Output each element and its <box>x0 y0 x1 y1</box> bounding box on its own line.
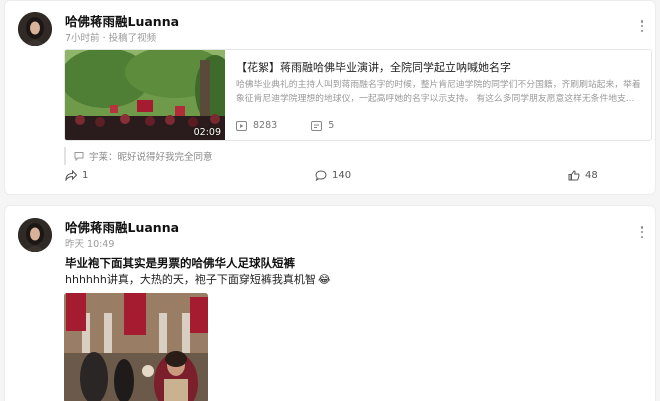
video-stats: 8283 5 <box>236 120 368 131</box>
play-count: 8283 <box>236 120 277 131</box>
post-card: 哈佛蒋雨融Luanna 7小时前 · 投稿了视频 02:09 【花絮】蒋雨融哈佛… <box>4 0 656 195</box>
post-image[interactable] <box>64 293 208 401</box>
repost-count: 1 <box>82 170 89 181</box>
username[interactable]: 哈佛蒋雨融Luanna <box>65 217 179 236</box>
post-meta: 7小时前 · 投稿了视频 <box>65 33 157 44</box>
danmaku-count: 5 <box>311 120 334 131</box>
video-title[interactable]: 【花絮】蒋雨融哈佛毕业演讲，全院同学起立呐喊她名字 <box>236 59 644 75</box>
post-actions: 1 140 48 <box>5 170 655 190</box>
video-description: 哈佛毕业典礼的主持人叫到蒋雨融名字的时候，整片肯尼迪学院的同学们不分国籍，齐刷刷… <box>236 80 641 104</box>
post-meta: 昨天 10:49 <box>65 239 115 250</box>
more-icon[interactable] <box>637 224 647 240</box>
more-icon[interactable] <box>637 18 647 34</box>
play-count-value: 8283 <box>253 120 278 131</box>
post-text: hhhhhh讲真，大热的天，袍子下面穿短裤我真机智 😂 <box>65 271 331 287</box>
video-thumbnail[interactable]: 02:09 <box>65 50 225 140</box>
danmaku-count-value: 5 <box>328 120 335 131</box>
hot-comment-text: 宇莱：昵好说得好我完全同意 <box>89 152 213 163</box>
video-duration: 02:09 <box>193 127 221 138</box>
like-count: 48 <box>585 170 598 181</box>
like-button[interactable]: 48 <box>568 170 598 181</box>
post-card: 哈佛蒋雨融Luanna 昨天 10:49 毕业袍下面其实是男票的哈佛华人足球队短… <box>4 205 656 401</box>
username[interactable]: 哈佛蒋雨融Luanna <box>65 11 179 30</box>
repost-button[interactable]: 1 <box>65 170 88 181</box>
thumbs-up-icon <box>568 170 580 181</box>
post-text-body: hhhhhh讲真，大热的天，袍子下面穿短裤我真机智 <box>65 273 316 286</box>
laughing-emoji-icon: 😂 <box>317 272 331 286</box>
comment-count: 140 <box>332 170 352 181</box>
avatar[interactable] <box>18 218 52 252</box>
danmaku-icon <box>311 120 323 131</box>
avatar[interactable] <box>18 12 52 46</box>
play-count-icon <box>236 120 247 131</box>
hot-comment[interactable]: 宇莱：昵好说得好我完全同意 <box>64 147 652 165</box>
comment-bubble-icon <box>74 152 84 161</box>
repost-icon <box>65 170 77 181</box>
video-share-card[interactable]: 02:09 【花絮】蒋雨融哈佛毕业演讲，全院同学起立呐喊她名字 哈佛毕业典礼的主… <box>64 49 652 141</box>
comment-icon <box>315 170 327 181</box>
dynamic-feed: 哈佛蒋雨融Luanna 7小时前 · 投稿了视频 02:09 【花絮】蒋雨融哈佛… <box>0 0 660 401</box>
comment-button[interactable]: 140 <box>315 170 351 181</box>
post-title: 毕业袍下面其实是男票的哈佛华人足球队短裤 <box>65 256 295 270</box>
